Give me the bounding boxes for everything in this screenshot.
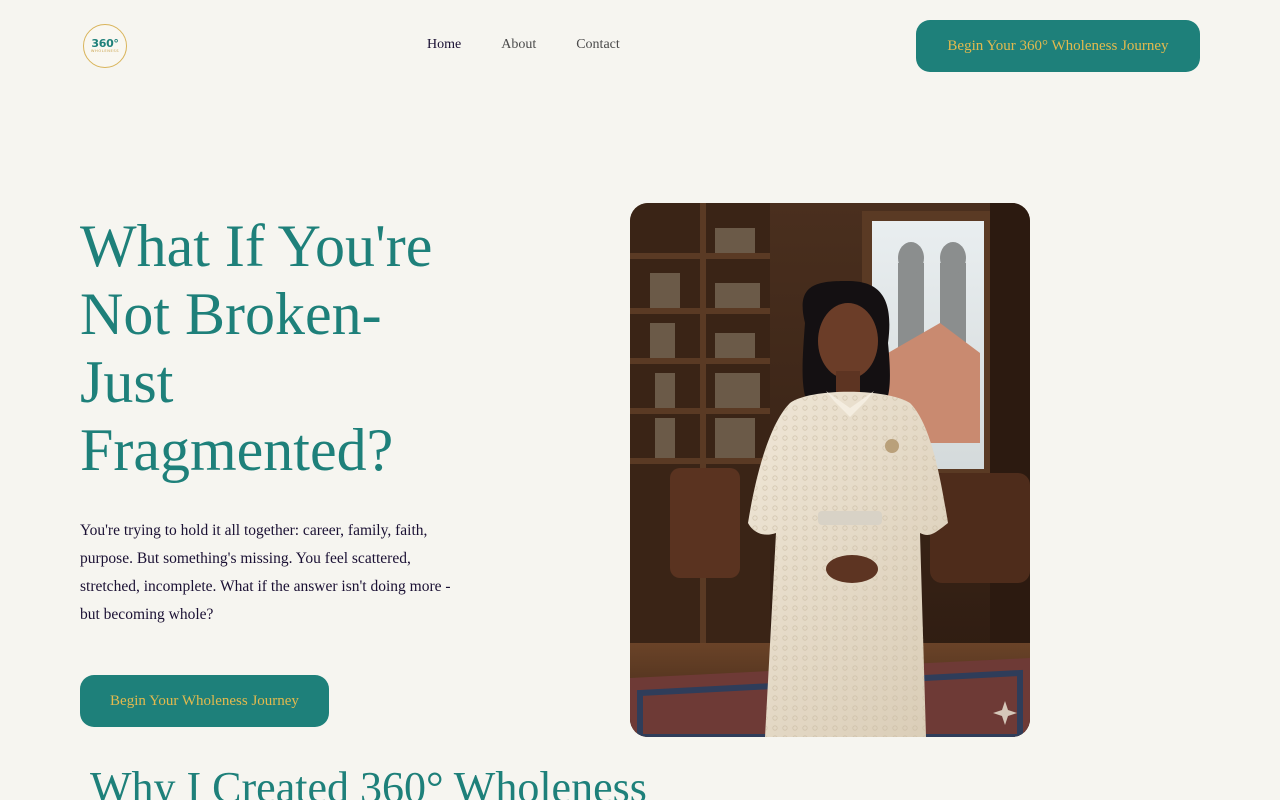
site-header: 360° WHOLENESS Home About Contact Begin … [0,0,1280,92]
hero-title-line: Not Broken- [80,281,382,347]
logo-number: 360° [91,37,119,50]
portrait-image [630,203,1030,737]
hero-title-line: Fragmented? [80,417,394,483]
nav-item-contact[interactable]: Contact [576,37,620,53]
hero-description: You're trying to hold it all together: c… [80,522,451,623]
hero-title-line: Just [80,349,174,415]
hero-cta-button[interactable]: Begin Your Wholeness Journey [80,675,329,727]
logo-word: WHOLENESS [90,49,120,53]
hero-title: What If You're Not Broken- Just Fragment… [80,212,500,484]
nav-item-about[interactable]: About [501,37,536,53]
nav-item-home[interactable]: Home [427,37,461,53]
logo[interactable]: 360° WHOLENESS [83,24,127,68]
hero-title-line: What If You're [80,213,433,279]
header-cta-button[interactable]: Begin Your 360° Wholeness Journey [916,20,1200,72]
section-title: Why I Created 360° Wholeness [90,763,647,800]
main-nav: Home About Contact [427,37,620,53]
